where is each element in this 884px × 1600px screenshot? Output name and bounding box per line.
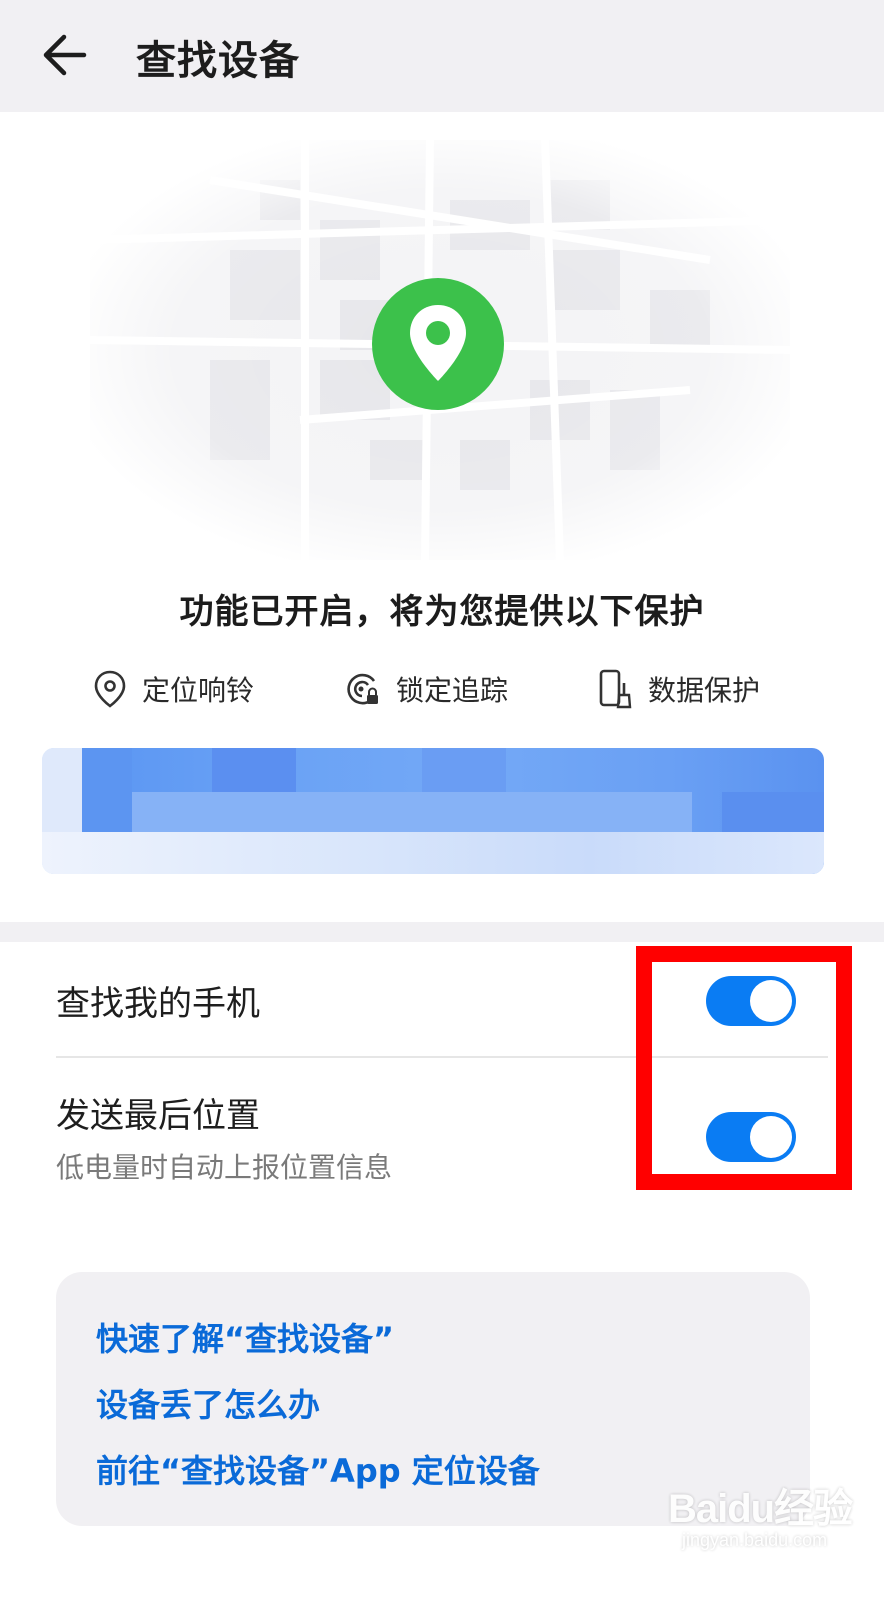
- help-link-lost-device[interactable]: 设备丢了怎么办: [96, 1380, 320, 1426]
- back-button[interactable]: [30, 22, 100, 88]
- help-link-learn-find-device[interactable]: 快速了解“查找设备”: [96, 1314, 394, 1360]
- find-my-phone-label: 查找我的手机: [56, 984, 260, 1024]
- arrow-left-icon: [43, 34, 87, 76]
- section-divider: [0, 922, 884, 942]
- send-last-location-sublabel: 低电量时自动上报位置信息: [56, 1151, 393, 1184]
- help-link-open-app[interactable]: 前往“查找设备”App 定位设备: [96, 1446, 540, 1492]
- location-pin-icon: [410, 305, 466, 381]
- feature-locate-ring: 定位响铃: [94, 664, 254, 714]
- feature-list: 定位响铃 锁定追踪 数据保护: [0, 664, 884, 714]
- location-pin-outline-icon: [94, 670, 126, 708]
- app-header: 查找设备: [0, 0, 884, 112]
- lock-radar-icon: [347, 673, 378, 705]
- baidu-jingyan-watermark: Baidu经验 jingyan.baidu.com: [664, 1470, 864, 1580]
- find-device-screen: 查找设备 功能已开启，将为您提供以下保护 定位响铃 锁定追踪 数据保护 查找我的…: [0, 0, 884, 1600]
- watermark-logo: Baidu经验: [668, 1487, 853, 1531]
- feature-label: 锁定追踪: [396, 674, 509, 707]
- feature-data-protect: 数据保护: [598, 664, 760, 714]
- location-pin-badge: [372, 278, 504, 410]
- blurred-account-banner[interactable]: [42, 748, 824, 874]
- page-title: 查找设备: [136, 38, 300, 84]
- feature-label: 定位响铃: [142, 674, 255, 707]
- watermark-url: jingyan.baidu.com: [682, 1530, 828, 1550]
- feature-label: 数据保护: [648, 674, 761, 707]
- phone-brush-icon: [599, 669, 632, 709]
- feature-lock-track: 锁定追踪: [344, 664, 508, 714]
- protection-headline: 功能已开启，将为您提供以下保护: [179, 592, 705, 632]
- send-last-location-label: 发送最后位置: [56, 1096, 260, 1136]
- highlight-annotation: [636, 946, 852, 1190]
